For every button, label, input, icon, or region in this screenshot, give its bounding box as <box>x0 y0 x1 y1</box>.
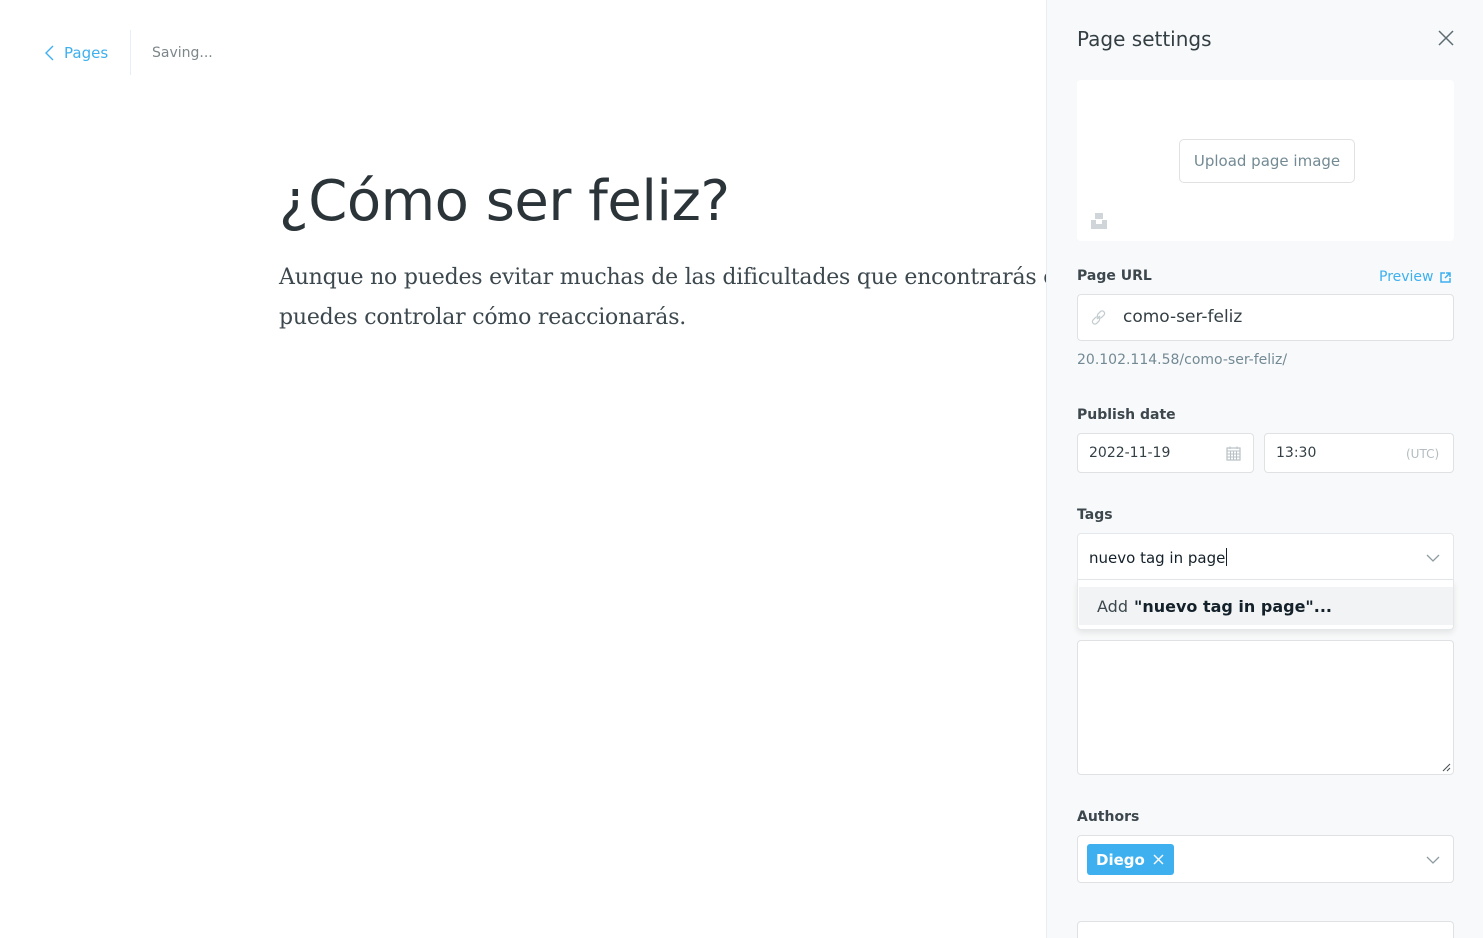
back-to-pages-link[interactable]: Pages <box>44 44 108 62</box>
unsplash-icon[interactable] <box>1090 212 1108 230</box>
preview-link-label: Preview <box>1379 269 1434 285</box>
publish-date-value: 2022-11-19 <box>1089 445 1171 461</box>
back-link-label: Pages <box>64 44 109 62</box>
tags-label: Tags <box>1077 507 1113 523</box>
add-tag-option[interactable]: Add "nuevo tag in page"... <box>1079 587 1453 625</box>
add-tag-value: "nuevo tag in page"... <box>1133 596 1332 616</box>
page-body-editor[interactable]: Aunque no puedes evitar muchas de las di… <box>279 258 1046 338</box>
full-url-text: 20.102.114.58/como-ser-feliz/ <box>1077 352 1288 368</box>
excerpt-textarea[interactable] <box>1077 640 1454 775</box>
text-caret <box>1226 548 1228 566</box>
page-settings-panel: Page settings Upload page image Page URL… <box>1046 0 1483 938</box>
authors-label: Authors <box>1077 809 1140 825</box>
preview-link[interactable]: Preview <box>1379 269 1451 285</box>
page-title-editor[interactable]: ¿Cómo ser feliz? <box>279 166 730 238</box>
upload-page-image-button[interactable]: Upload page image <box>1179 139 1355 183</box>
chevron-left-icon <box>45 45 54 61</box>
panel-title: Page settings <box>1077 27 1212 51</box>
nav-divider <box>130 30 131 75</box>
close-settings-button[interactable] <box>1436 28 1456 48</box>
publish-time-input[interactable]: 13:30 (UTC) <box>1264 433 1454 473</box>
remove-x-icon[interactable] <box>1153 854 1164 865</box>
save-status: Saving... <box>152 45 213 61</box>
resize-handle-icon[interactable] <box>1441 762 1451 772</box>
tags-dropdown: Add "nuevo tag in page"... <box>1077 580 1454 630</box>
tags-input-text: nuevo tag in page <box>1089 548 1228 567</box>
authors-input[interactable]: Diego <box>1077 835 1454 883</box>
author-name: Diego <box>1096 850 1145 869</box>
chevron-down-icon[interactable] <box>1426 554 1440 563</box>
tags-input-value: nuevo tag in page <box>1089 549 1226 567</box>
calendar-icon[interactable] <box>1226 446 1241 461</box>
publish-date-label: Publish date <box>1077 407 1176 423</box>
add-tag-prefix: Add <box>1097 596 1128 616</box>
timezone-label: (UTC) <box>1406 447 1440 461</box>
page-url-label: Page URL <box>1077 268 1152 284</box>
close-icon <box>1438 30 1454 46</box>
publish-time-value: 13:30 <box>1276 445 1317 461</box>
author-token[interactable]: Diego <box>1087 844 1174 875</box>
next-field-input[interactable] <box>1077 921 1454 938</box>
page-url-value: como-ser-feliz <box>1123 307 1243 327</box>
chevron-down-icon[interactable] <box>1426 856 1440 865</box>
page-image-dropzone[interactable]: Upload page image <box>1077 80 1454 241</box>
link-icon <box>1091 310 1106 325</box>
external-link-icon <box>1439 271 1451 283</box>
editor: Pages Saving... ¿Cómo ser feliz? Aunque … <box>0 0 1046 938</box>
page-url-input[interactable]: como-ser-feliz <box>1077 294 1454 341</box>
tags-input[interactable]: nuevo tag in page <box>1077 533 1454 580</box>
publish-date-input[interactable]: 2022-11-19 <box>1077 433 1254 473</box>
